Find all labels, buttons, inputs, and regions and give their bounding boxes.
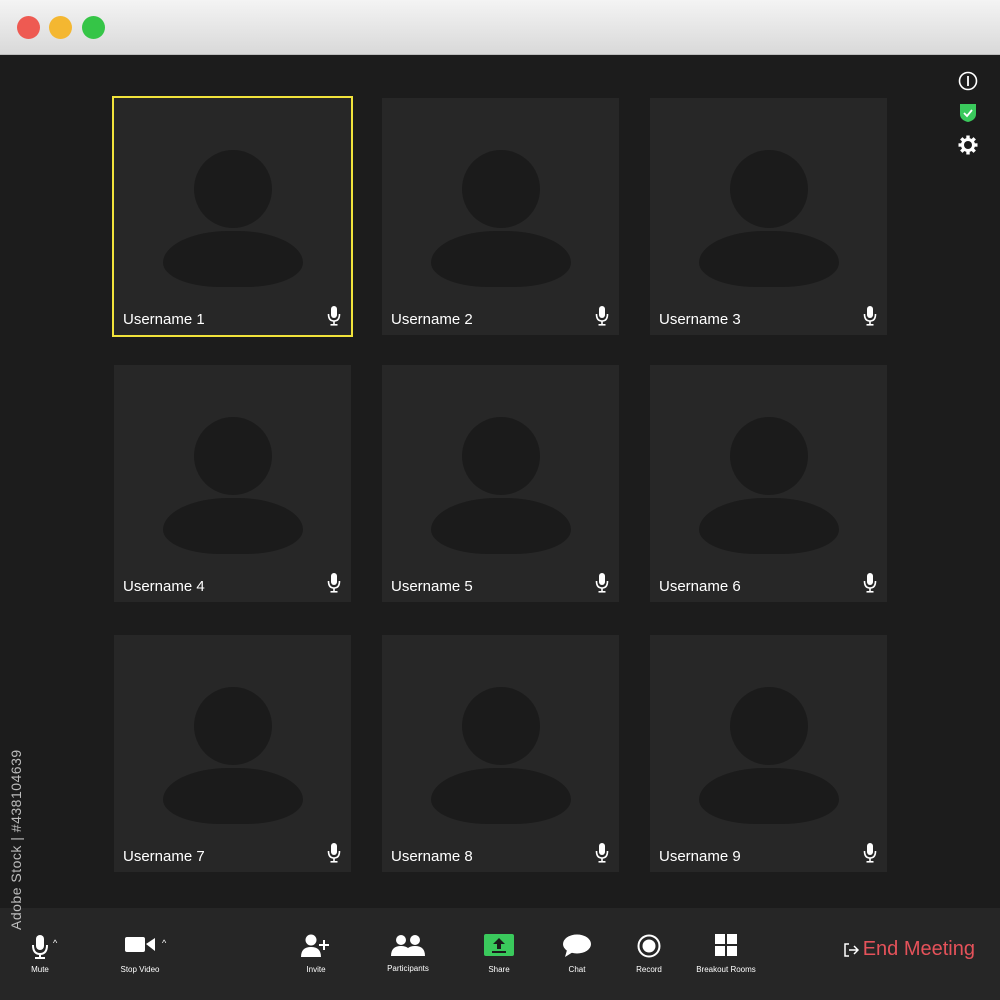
status-icons	[958, 71, 978, 167]
microphone-icon	[595, 572, 609, 594]
microphone-icon	[595, 305, 609, 327]
avatar-head	[730, 150, 808, 228]
microphone-icon	[863, 842, 877, 864]
participant-name: Username 9	[659, 848, 741, 865]
record-icon	[637, 934, 661, 963]
avatar-body	[699, 231, 839, 287]
chat-button[interactable]: Chat	[556, 908, 598, 1000]
invite-button[interactable]: Invite	[295, 908, 337, 1000]
title-bar	[0, 0, 1000, 55]
video-camera-icon	[124, 934, 156, 959]
breakout-rooms-label: Breakout Rooms	[696, 965, 756, 974]
microphone-icon	[31, 934, 49, 965]
share-label: Share	[488, 965, 510, 974]
record-button[interactable]: Record	[628, 908, 670, 1000]
avatar-body	[163, 498, 303, 554]
mute-button[interactable]: Mute	[18, 908, 62, 1000]
chat-bubble-icon	[562, 934, 592, 963]
audio-options-caret-icon[interactable]: ^	[53, 938, 57, 948]
participant-tile[interactable]: Username 4	[114, 365, 351, 602]
video-grid: Username 1 Username 2 Username 3 Username 4…	[0, 55, 1000, 908]
participant-name: Username 1	[123, 311, 205, 328]
video-options-caret-icon[interactable]: ^	[162, 938, 166, 948]
participant-tile[interactable]: Username 5	[382, 365, 619, 602]
avatar-body	[163, 231, 303, 287]
breakout-rooms-grid-icon	[715, 934, 737, 961]
avatar-body	[163, 768, 303, 824]
avatar-head	[194, 150, 272, 228]
participant-tile[interactable]: Username 9	[650, 635, 887, 872]
participants-button[interactable]: Participants	[380, 908, 436, 1000]
minimize-window-button[interactable]	[49, 16, 72, 39]
microphone-icon	[863, 305, 877, 327]
participant-name: Username 3	[659, 311, 741, 328]
participant-tile[interactable]: Username 7	[114, 635, 351, 872]
participant-name: Username 2	[391, 311, 473, 328]
microphone-icon	[863, 572, 877, 594]
meeting-toolbar: Mute ^ Stop Video ^ Invite Participants	[0, 908, 1000, 1000]
avatar-head	[194, 687, 272, 765]
microphone-icon	[327, 572, 341, 594]
stop-video-label: Stop Video	[120, 965, 160, 974]
avatar-body	[431, 768, 571, 824]
avatar-head	[194, 417, 272, 495]
end-meeting-button[interactable]: End Meeting	[843, 938, 975, 961]
avatar-body	[431, 231, 571, 287]
record-label: Record	[636, 965, 662, 974]
participants-label: Participants	[387, 964, 429, 973]
exit-icon	[843, 942, 859, 957]
avatar-head	[462, 417, 540, 495]
stop-video-button[interactable]: Stop Video	[115, 908, 165, 1000]
participant-name: Username 7	[123, 848, 205, 865]
avatar-head	[730, 687, 808, 765]
participants-icon	[390, 934, 426, 963]
avatar-body	[699, 498, 839, 554]
microphone-icon	[595, 842, 609, 864]
chat-label: Chat	[568, 965, 586, 974]
info-icon[interactable]	[958, 71, 978, 91]
microphone-icon	[327, 842, 341, 864]
shield-check-icon[interactable]	[958, 103, 978, 123]
participant-name: Username 8	[391, 848, 473, 865]
invite-label: Invite	[306, 965, 326, 974]
participant-name: Username 5	[391, 578, 473, 595]
meeting-window: Username 1 Username 2 Username 3 Username 4…	[0, 0, 1000, 1000]
stock-watermark-id: Adobe Stock | #438104639	[8, 749, 24, 930]
close-window-button[interactable]	[17, 16, 40, 39]
avatar-head	[462, 687, 540, 765]
avatar-body	[699, 768, 839, 824]
participant-tile[interactable]: Username 1	[112, 96, 353, 337]
participant-name: Username 6	[659, 578, 741, 595]
add-user-icon	[300, 934, 332, 963]
avatar-head	[730, 417, 808, 495]
participant-tile[interactable]: Username 3	[650, 98, 887, 335]
share-screen-icon	[484, 934, 514, 961]
microphone-icon	[327, 305, 341, 327]
avatar-body	[431, 498, 571, 554]
participant-tile[interactable]: Username 8	[382, 635, 619, 872]
avatar-head	[462, 150, 540, 228]
mute-label: Mute	[31, 965, 49, 974]
participant-name: Username 4	[123, 578, 205, 595]
participant-tile[interactable]: Username 6	[650, 365, 887, 602]
participant-tile[interactable]: Username 2	[382, 98, 619, 335]
end-meeting-label: End Meeting	[862, 938, 975, 960]
gear-icon[interactable]	[958, 135, 978, 155]
share-button[interactable]: Share	[478, 908, 520, 1000]
maximize-window-button[interactable]	[82, 16, 105, 39]
breakout-rooms-button[interactable]: Breakout Rooms	[692, 908, 760, 1000]
